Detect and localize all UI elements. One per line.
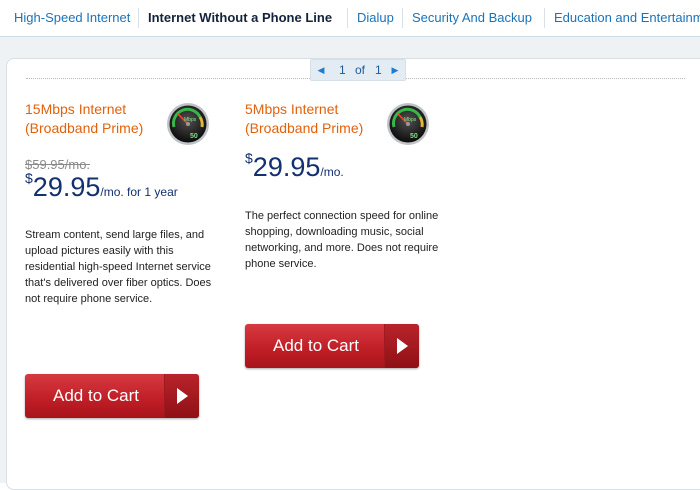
tab-divider [138, 8, 139, 28]
sale-price: $29.95/mo. for 1 year [25, 170, 178, 203]
product-category-tabs: High-Speed Internet Internet Without a P… [0, 0, 700, 37]
price-amount: 29.95 [252, 152, 321, 182]
product-name[interactable]: 15Mbps Internet (Broadband Prime) [25, 100, 143, 138]
arrow-right-icon [384, 324, 419, 368]
gauge-value: 50 [190, 133, 198, 140]
total-pages: 1 [375, 63, 382, 77]
original-price: $59.95/mo. [25, 157, 91, 172]
product-name-line2: (Broadband Prime) [25, 120, 144, 136]
product-description: Stream content, send large files, and up… [25, 229, 212, 305]
page-of-label: of [355, 63, 366, 77]
product-description: The perfect connection speed for online … [245, 210, 439, 270]
gauge-label: Mbps [404, 117, 417, 123]
product-name-line2: (Broadband Prime) [245, 120, 364, 136]
add-to-cart-button[interactable]: Add to Cart [245, 324, 419, 368]
speedometer-icon: Mbps 50 [387, 103, 429, 145]
price-suffix: /mo. [320, 165, 344, 179]
add-to-cart-button[interactable]: Add to Cart [25, 374, 199, 418]
add-to-cart-label: Add to Cart [273, 336, 359, 355]
divider-line [405, 78, 685, 79]
product-name-line1: 15Mbps Internet [25, 101, 127, 117]
tab-divider [347, 8, 348, 28]
current-page: 1 [339, 63, 346, 77]
tab-education-and-entertainment[interactable]: Education and Entertainm [554, 9, 700, 27]
arrow-right-icon [164, 374, 199, 418]
tab-divider [544, 8, 545, 28]
product-name-line1: 5Mbps Internet [245, 101, 339, 117]
add-to-cart-label: Add to Cart [53, 386, 139, 405]
price-amount: 29.95 [32, 172, 101, 202]
speedometer-icon: Mbps 50 [167, 103, 209, 145]
tab-high-speed-internet[interactable]: High-Speed Internet [14, 9, 130, 27]
currency-symbol: $ [245, 150, 253, 166]
gauge-label: Mbps [184, 117, 197, 123]
next-page-icon[interactable]: ▶ [387, 60, 403, 80]
price-suffix: /mo. for 1 year [100, 185, 178, 199]
pagination: ◀ 1 of 1 ▶ [310, 59, 406, 81]
gauge-value: 50 [410, 133, 418, 140]
tab-security-and-backup[interactable]: Security And Backup [412, 9, 532, 27]
sale-price: $29.95/mo. [245, 150, 344, 183]
tab-divider [402, 8, 403, 28]
currency-symbol: $ [25, 170, 33, 186]
previous-page-icon[interactable]: ◀ [313, 60, 329, 80]
tab-dialup[interactable]: Dialup [357, 9, 394, 27]
product-name[interactable]: 5Mbps Internet (Broadband Prime) [245, 100, 363, 138]
divider-line [26, 78, 310, 79]
tab-internet-without-phone-line[interactable]: Internet Without a Phone Line [148, 9, 332, 27]
